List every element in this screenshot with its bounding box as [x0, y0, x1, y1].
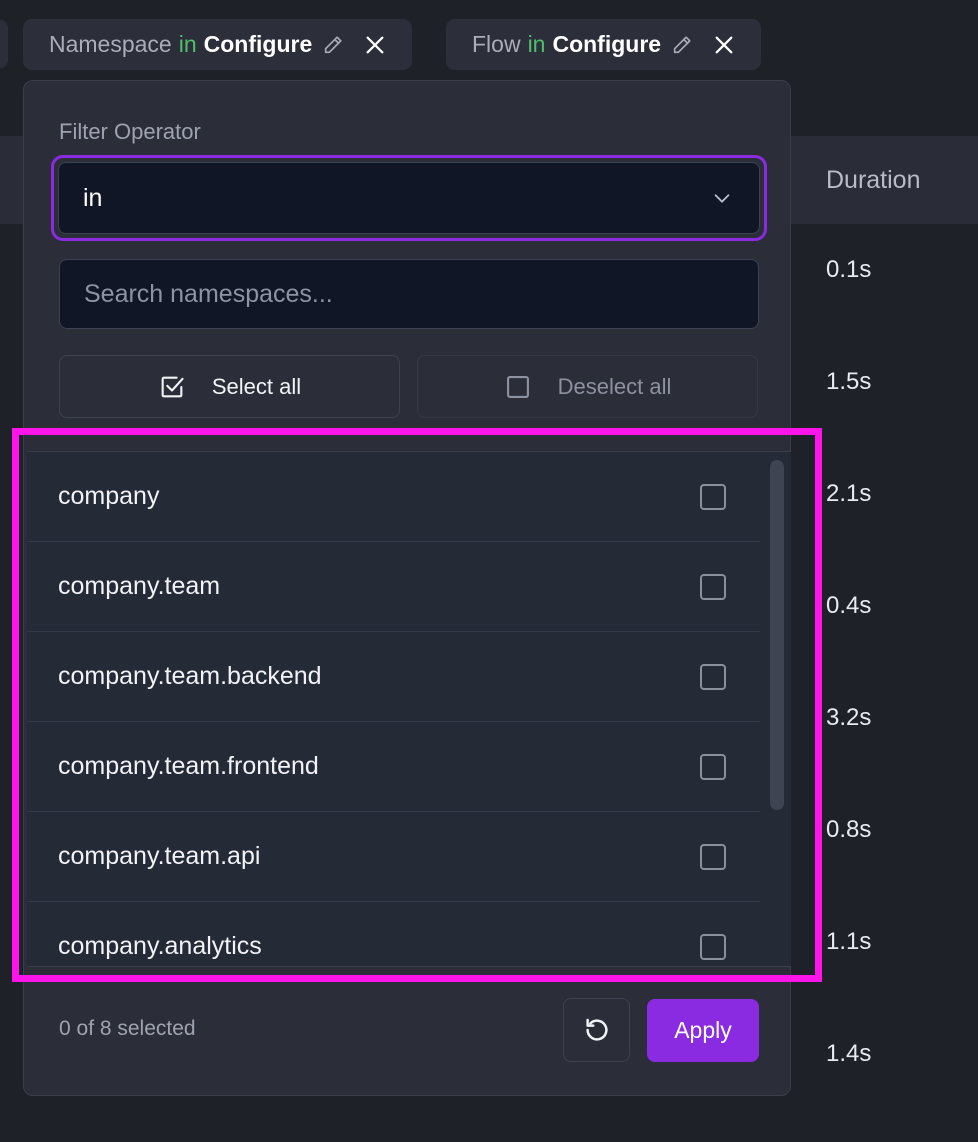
- namespace-option-checkbox[interactable]: [700, 483, 726, 510]
- pencil-icon[interactable]: [671, 34, 693, 56]
- duration-cell: 3.2s: [826, 704, 872, 731]
- duration-cell: 1.5s: [826, 368, 872, 395]
- chevron-down-icon: [714, 194, 730, 203]
- chip-value: Configure: [203, 31, 313, 57]
- namespace-option-checkbox[interactable]: [700, 753, 726, 780]
- list-scrollbar[interactable]: [770, 460, 784, 810]
- duration-cell: 1.1s: [826, 928, 872, 955]
- duration-cell: 1.4s: [826, 1040, 872, 1067]
- page: Duration 0.1s 1.5s 2.1s 0.4s 3.2s 0.8s 1…: [0, 0, 978, 1142]
- checkbox-checked-icon: [161, 376, 184, 397]
- namespace-option-label: company: [58, 482, 160, 510]
- reset-icon: [585, 1018, 608, 1041]
- reset-button[interactable]: [563, 998, 630, 1062]
- chip-value: Configure: [552, 31, 662, 57]
- filter-chip-partial[interactable]: [0, 20, 8, 68]
- namespace-option-label: company.team.frontend: [58, 752, 319, 780]
- namespace-option-label: company.team.backend: [58, 662, 322, 690]
- namespace-option-label: company.team.api: [58, 842, 261, 870]
- deselect-all-button[interactable]: Deselect all: [417, 355, 758, 418]
- filter-operator-value: in: [83, 183, 103, 212]
- duration-cell: 0.8s: [826, 816, 872, 843]
- filter-chip-flow[interactable]: Flow in Configure: [446, 19, 762, 70]
- close-icon[interactable]: [713, 34, 735, 56]
- namespace-option[interactable]: company.team: [27, 542, 760, 632]
- pencil-icon[interactable]: [322, 34, 344, 56]
- selection-count: 0 of 8 selected: [59, 1017, 196, 1040]
- duration-cell: 2.1s: [826, 480, 872, 507]
- duration-cell: 0.4s: [826, 592, 872, 619]
- namespace-filter-popover: Filter Operator in Select all Deselect a…: [23, 80, 791, 1096]
- filter-operator-select[interactable]: in: [58, 162, 760, 234]
- chip-operator: in: [527, 31, 546, 57]
- namespace-option-checkbox[interactable]: [700, 663, 726, 690]
- namespace-list[interactable]: company company.team company.team.backen…: [27, 451, 791, 967]
- select-all-button[interactable]: Select all: [59, 355, 400, 418]
- namespace-option-checkbox[interactable]: [700, 573, 726, 600]
- filter-operator-label: Filter Operator: [59, 119, 201, 144]
- close-icon[interactable]: [364, 34, 386, 56]
- namespace-option-checkbox[interactable]: [700, 843, 726, 870]
- apply-button[interactable]: Apply: [647, 999, 759, 1062]
- chip-operator: in: [178, 31, 197, 57]
- namespace-option[interactable]: company.analytics: [27, 902, 760, 966]
- chip-field: Namespace: [49, 31, 172, 57]
- filter-chip-namespace[interactable]: Namespace in Configure: [23, 19, 413, 70]
- deselect-all-label: Deselect all: [557, 373, 672, 399]
- checkbox-empty-icon: [506, 375, 529, 398]
- namespace-option[interactable]: company: [27, 452, 760, 542]
- namespace-option[interactable]: company.team.api: [27, 812, 760, 902]
- namespace-option[interactable]: company.team.backend: [27, 632, 760, 722]
- namespace-option[interactable]: company.team.frontend: [27, 722, 760, 812]
- namespace-option-label: company.team: [58, 572, 221, 600]
- filter-operator-select-focus-ring: in: [51, 155, 767, 241]
- search-namespaces-input[interactable]: [59, 259, 759, 329]
- duration-column-header[interactable]: Duration: [826, 166, 921, 195]
- namespace-option-label: company.analytics: [58, 932, 262, 960]
- chip-field: Flow: [472, 31, 521, 57]
- select-all-label: Select all: [211, 373, 302, 399]
- duration-cell: 0.1s: [826, 256, 872, 283]
- namespace-option-checkbox[interactable]: [700, 933, 726, 960]
